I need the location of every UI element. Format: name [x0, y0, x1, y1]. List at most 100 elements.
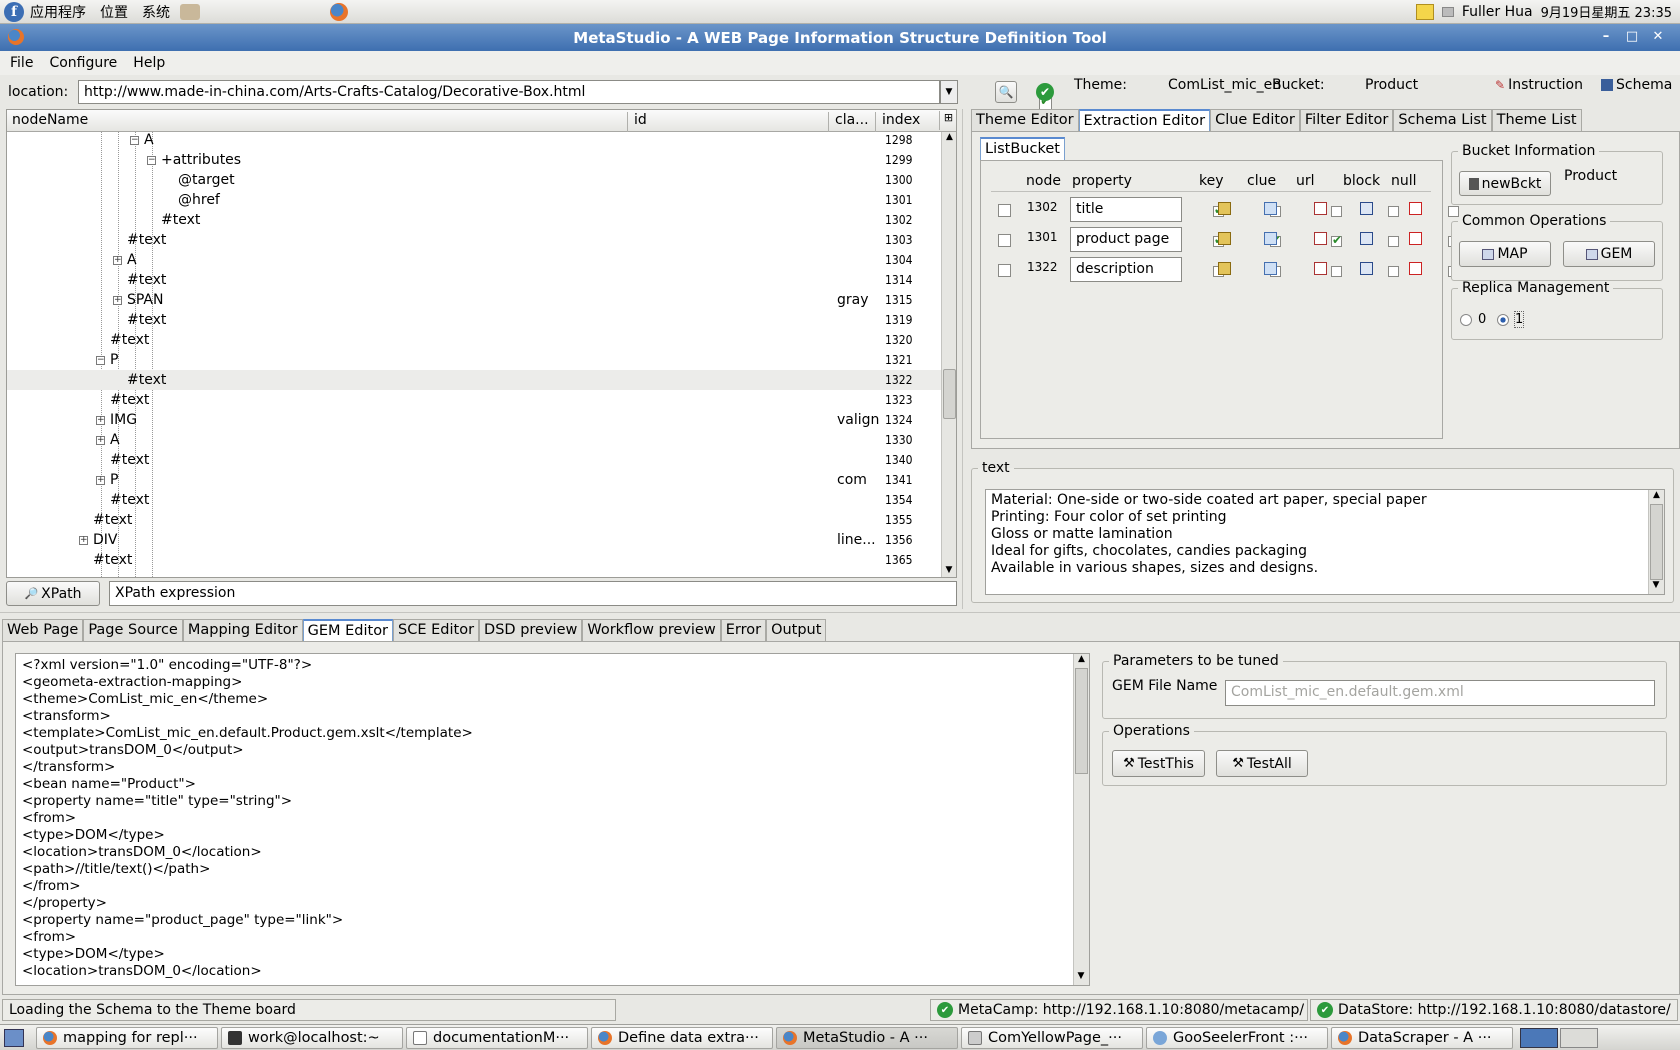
task-item[interactable]: ComYellowPage_··· [961, 1026, 1143, 1049]
tab-output[interactable]: Output [766, 619, 827, 641]
tab-theme-list[interactable]: Theme List [1491, 109, 1582, 131]
network-icon[interactable] [1441, 6, 1454, 17]
xpath-input[interactable]: XPath expression [109, 581, 957, 606]
gem-scroll-up-icon[interactable]: ▲ [1074, 654, 1089, 668]
map-button[interactable]: MAP [1459, 241, 1551, 267]
expand-icon[interactable]: + [96, 416, 105, 425]
menu-file[interactable]: File [10, 55, 33, 71]
clock[interactable]: 9月19日星期五 23:35 [1541, 2, 1672, 21]
row-select-checkbox[interactable] [998, 264, 1011, 277]
tree-row[interactable]: + DIV line... 1356 [7, 530, 941, 550]
location-dropdown-icon[interactable]: ▼ [940, 80, 958, 104]
block-icon[interactable] [1360, 232, 1373, 245]
menu-help[interactable]: Help [133, 55, 165, 71]
fedora-logo-icon[interactable]: f [4, 1, 24, 22]
tree-row[interactable]: #text 1323 [7, 390, 941, 410]
show-desktop-icon[interactable] [4, 1028, 24, 1047]
close-icon[interactable]: ✕ [1648, 27, 1668, 47]
tree-row[interactable]: #text 1320 [7, 330, 941, 350]
collapse-icon[interactable]: − [147, 156, 156, 165]
tree-row[interactable]: + A 1304 [7, 250, 941, 270]
property-input[interactable]: title [1070, 197, 1182, 222]
key-icon[interactable] [1218, 262, 1231, 275]
tab-page-source[interactable]: Page Source [83, 619, 183, 641]
tab-clue-editor[interactable]: Clue Editor [1210, 109, 1300, 131]
tree-row[interactable]: − +attributes 1299 [7, 150, 941, 170]
tab-error[interactable]: Error [720, 619, 767, 641]
tree-row[interactable]: @href 1301 [7, 190, 941, 210]
inspect-page-icon[interactable]: 🔍 [995, 81, 1017, 103]
property-input[interactable]: description [1070, 257, 1182, 282]
block-checkbox[interactable] [1388, 266, 1399, 277]
expand-icon[interactable]: + [96, 436, 105, 445]
new-bucket-button[interactable]: newBckt [1459, 171, 1551, 196]
menu-applications[interactable]: 应用程序 [30, 2, 86, 22]
tab-workflow-preview[interactable]: Workflow preview [582, 619, 721, 641]
instruction-button[interactable]: ✎ Instruction [1495, 77, 1583, 93]
tab-listbucket[interactable]: ListBucket [980, 137, 1065, 160]
task-item[interactable]: work@localhost:~ [221, 1026, 403, 1049]
vertical-splitter[interactable] [962, 109, 968, 609]
tree-row[interactable]: − P 1321 [7, 350, 941, 370]
tree-row[interactable]: @target 1300 [7, 170, 941, 190]
tree-row[interactable]: #text 1365 [7, 550, 941, 570]
expand-icon[interactable]: + [96, 476, 105, 485]
task-item[interactable]: Define data extra··· [591, 1026, 773, 1049]
tree-scroll-thumb[interactable] [943, 369, 956, 419]
firefox-launcher-icon[interactable] [330, 2, 348, 21]
gem-scroll-down-icon[interactable]: ▼ [1074, 971, 1088, 985]
expand-icon[interactable]: + [79, 536, 88, 545]
block-checkbox[interactable] [1388, 236, 1399, 247]
tree-row[interactable]: #text 1322 [7, 370, 941, 390]
text-scroll-thumb[interactable] [1650, 504, 1663, 580]
tab-schema-list[interactable]: Schema List [1393, 109, 1492, 131]
maximize-icon[interactable]: □ [1622, 27, 1642, 47]
tree-row[interactable]: #text 1354 [7, 490, 941, 510]
test-all-button[interactable]: ⚒ TestAll [1216, 750, 1308, 777]
workspace-switcher[interactable] [1520, 1027, 1598, 1048]
tree-scrollbar[interactable]: ▲ ▼ [941, 132, 956, 577]
gem-file-input[interactable]: ComList_mic_en.default.gem.xml [1225, 680, 1655, 706]
location-input[interactable]: http://www.made-in-china.com/Arts-Crafts… [78, 80, 940, 104]
window-app-icon[interactable] [8, 29, 24, 45]
minimize-icon[interactable]: – [1596, 27, 1616, 47]
menu-places[interactable]: 位置 [100, 2, 128, 22]
delete-icon[interactable] [1409, 262, 1422, 275]
tree-row[interactable]: #text 1340 [7, 450, 941, 470]
clue-icon[interactable] [1264, 232, 1277, 245]
task-item[interactable]: documentationM··· [406, 1026, 588, 1049]
tree-scroll-down-icon[interactable]: ▼ [942, 565, 956, 577]
tree-row[interactable]: + SPAN gray 1315 [7, 290, 941, 310]
user-name[interactable]: Fuller Hua [1462, 4, 1533, 20]
tree-row[interactable]: #text 1355 [7, 510, 941, 530]
tree-row[interactable]: #text 1303 [7, 230, 941, 250]
tab-theme-editor[interactable]: Theme Editor [971, 109, 1079, 131]
delete-icon[interactable] [1409, 202, 1422, 215]
block-icon[interactable] [1360, 202, 1373, 215]
schema-button[interactable]: Schema [1601, 77, 1672, 93]
url-checkbox[interactable] [1331, 266, 1342, 277]
horizontal-splitter[interactable] [0, 612, 1680, 616]
row-select-checkbox[interactable] [998, 234, 1011, 247]
menu-system[interactable]: 系统 [142, 2, 170, 22]
xpath-button[interactable]: 🔎 XPath [6, 581, 100, 606]
row-select-checkbox[interactable] [998, 204, 1011, 217]
col-class[interactable]: cla... [828, 112, 869, 132]
task-item[interactable]: DataScraper - A ··· [1331, 1026, 1513, 1049]
col-nodename[interactable]: nodeName [12, 112, 88, 128]
clue-icon[interactable] [1264, 262, 1277, 275]
gem-scrollbar[interactable]: ▲ ▼ [1073, 654, 1089, 985]
column-picker-icon[interactable]: ⊞ [939, 111, 956, 130]
text-scroll-down-icon[interactable]: ▼ [1649, 580, 1663, 594]
gem-scroll-thumb[interactable] [1075, 668, 1088, 774]
tree-row[interactable]: − A 1298 [7, 132, 941, 150]
tab-mapping-editor[interactable]: Mapping Editor [182, 619, 303, 641]
text-scrollbar[interactable]: ▲ ▼ [1648, 490, 1664, 594]
gem-button[interactable]: GEM [1563, 241, 1655, 267]
tab-filter-editor[interactable]: Filter Editor [1299, 109, 1394, 131]
url-checkbox[interactable] [1331, 206, 1342, 217]
tree-row[interactable]: + A 1330 [7, 430, 941, 450]
task-item[interactable]: GooSeelerFront :··· [1146, 1026, 1328, 1049]
collapse-icon[interactable]: − [96, 356, 105, 365]
test-this-button[interactable]: ⚒ TestThis [1112, 750, 1205, 777]
